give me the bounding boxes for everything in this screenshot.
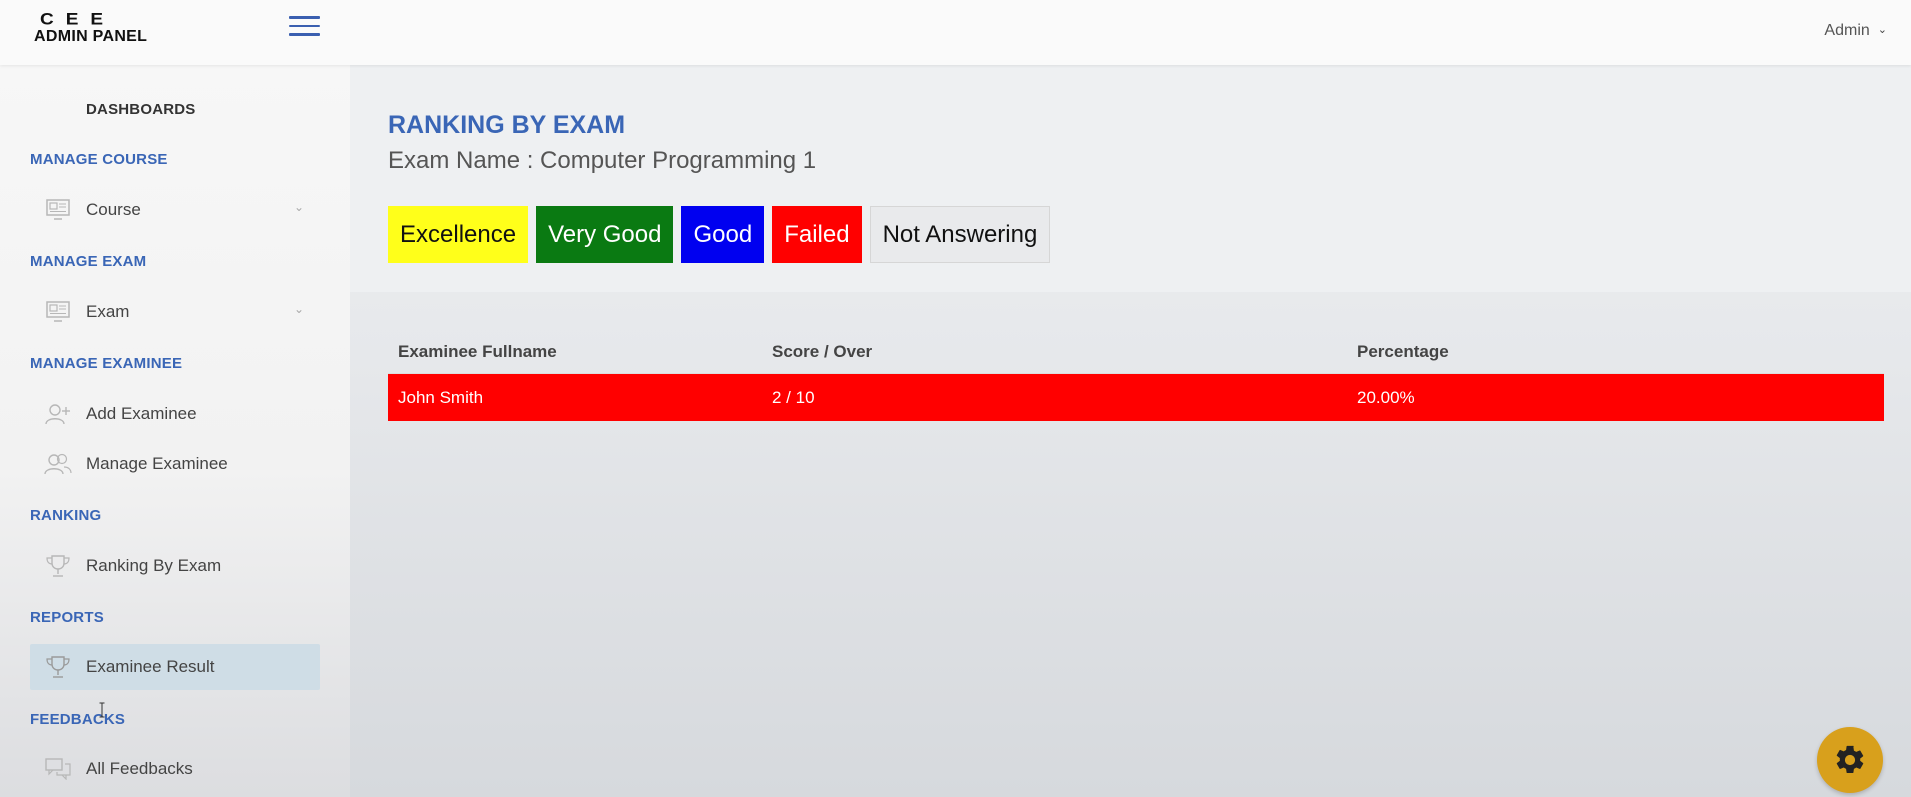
ranking-legend: Excellence Very Good Good Failed Not Ans…: [388, 206, 1051, 263]
sidebar-item-label: Exam: [86, 302, 130, 321]
logo-subtitle: ADMIN PANEL: [34, 28, 148, 45]
sidebar-item-manage-examinee[interactable]: Manage Examinee: [30, 441, 320, 487]
gear-icon: [1836, 745, 1864, 774]
ranking-table: Examinee Fullname Score / Over Percentag…: [388, 330, 1884, 421]
column-header-fullname[interactable]: Examinee Fullname: [398, 342, 557, 362]
monitor-icon: [30, 199, 86, 221]
trophy-icon: [30, 554, 86, 578]
sidebar-item-label: Add Examinee: [86, 404, 197, 423]
add-user-icon: [30, 403, 86, 425]
chevron-down-icon: ⌄: [293, 302, 304, 316]
page-title: RANKING BY EXAM: [388, 111, 626, 139]
column-header-percentage[interactable]: Percentage: [1357, 342, 1449, 362]
sidebar-heading-manage-examinee: MANAGE EXAMINEE: [30, 355, 183, 372]
sidebar-heading-feedbacks: FEEDBACKS: [30, 711, 126, 728]
cell-score: 2 / 10: [772, 387, 815, 407]
user-menu-label: Admin: [1824, 22, 1870, 39]
chevron-down-icon: ⌄: [293, 200, 304, 214]
monitor-icon: [30, 301, 86, 323]
sidebar-dashboards-link[interactable]: DASHBOARDS: [86, 101, 196, 118]
sidebar-heading-reports: REPORTS: [30, 609, 104, 626]
table-row[interactable]: John Smith 2 / 10 20.00%: [388, 373, 1884, 421]
sidebar-item-all-feedbacks[interactable]: All Feedbacks: [30, 746, 320, 792]
sidebar-item-label: Examinee Result: [86, 657, 215, 676]
sidebar-item-add-examinee[interactable]: Add Examinee: [30, 391, 320, 437]
settings-button[interactable]: [1817, 727, 1883, 793]
main-content: RANKING BY EXAM Exam Name : Computer Pro…: [350, 65, 1911, 797]
cell-fullname: John Smith: [398, 387, 484, 407]
legend-excellence: Excellence: [388, 206, 529, 263]
logo-title: CEE: [40, 10, 116, 29]
top-navbar: CEE ADMIN PANEL Admin ⌄: [0, 0, 1911, 65]
sidebar-item-ranking-by-exam[interactable]: Ranking By Exam: [30, 543, 320, 589]
sidebar-item-exam[interactable]: Exam ⌄: [30, 289, 320, 335]
legend-not-answering: Not Answering: [869, 206, 1051, 263]
trophy-icon: [30, 655, 86, 679]
legend-very-good: Very Good: [536, 206, 674, 263]
chevron-down-icon: ⌄: [1877, 24, 1887, 36]
legend-good: Good: [681, 206, 765, 263]
table-header: Examinee Fullname Score / Over Percentag…: [388, 330, 1884, 373]
user-menu[interactable]: Admin ⌄: [1824, 22, 1887, 40]
sidebar-item-label: Ranking By Exam: [86, 556, 222, 575]
column-header-score[interactable]: Score / Over: [772, 342, 872, 362]
legend-failed: Failed: [772, 206, 862, 263]
chat-icon: [30, 758, 86, 780]
sidebar: DASHBOARDS MANAGE COURSE Course ⌄ MANAGE…: [0, 65, 350, 797]
sidebar-item-examinee-result[interactable]: Examinee Result: [30, 644, 320, 690]
page-header: RANKING BY EXAM Exam Name : Computer Pro…: [350, 65, 1911, 292]
text-cursor-icon: [99, 702, 105, 718]
users-icon: [30, 453, 86, 475]
sidebar-heading-manage-course: MANAGE COURSE: [30, 151, 168, 168]
sidebar-heading-ranking: RANKING: [30, 507, 102, 524]
cell-percentage: 20.00%: [1357, 387, 1415, 407]
exam-name: Exam Name : Computer Programming 1: [388, 147, 817, 174]
sidebar-item-label: Manage Examinee: [86, 454, 228, 473]
sidebar-item-course[interactable]: Course ⌄: [30, 187, 320, 233]
sidebar-item-label: All Feedbacks: [86, 759, 193, 778]
sidebar-item-label: Course: [86, 200, 141, 219]
sidebar-heading-manage-exam: MANAGE EXAM: [30, 253, 147, 270]
menu-toggle-icon[interactable]: [289, 16, 321, 38]
app-logo[interactable]: CEE ADMIN PANEL: [34, 12, 154, 46]
